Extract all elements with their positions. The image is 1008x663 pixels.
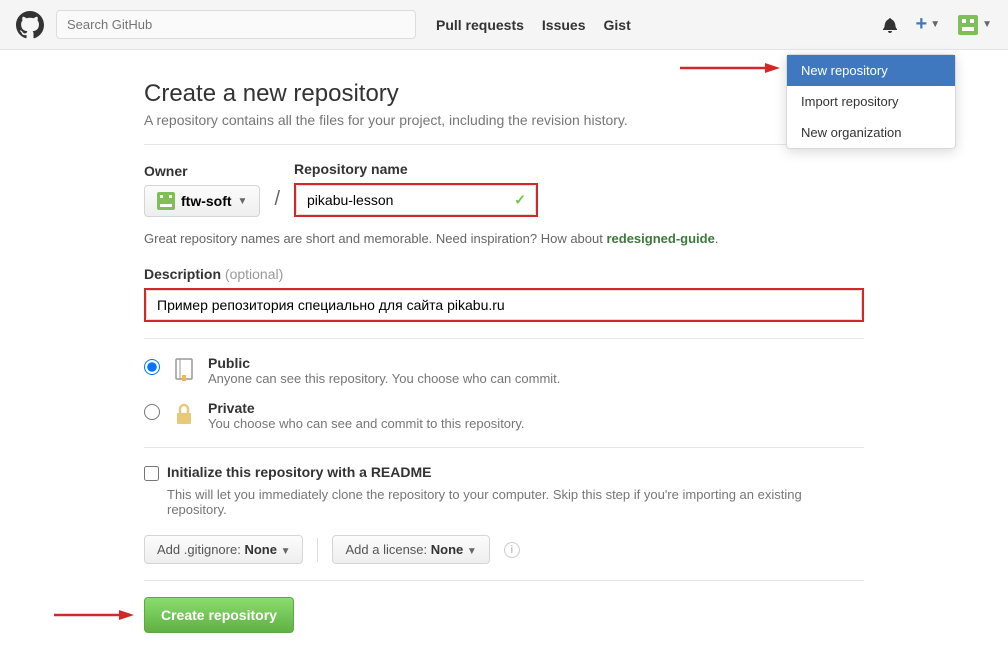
vertical-divider: [317, 538, 318, 562]
main-container: Create a new repository A repository con…: [124, 50, 884, 663]
header-nav: Pull requests Issues Gist: [436, 17, 631, 33]
search-input[interactable]: [56, 10, 416, 39]
nav-pull-requests[interactable]: Pull requests: [436, 17, 524, 33]
create-repository-button[interactable]: Create repository: [144, 597, 294, 633]
notifications-icon[interactable]: [882, 17, 898, 33]
caret-icon: ▼: [982, 19, 992, 30]
dropdown-new-organization[interactable]: New organization: [787, 117, 955, 148]
owner-name: ftw-soft: [181, 193, 232, 209]
slash-separator: /: [272, 188, 282, 217]
init-readme-row: Initialize this repository with a README: [144, 464, 864, 481]
init-readme-checkbox[interactable]: [144, 466, 159, 481]
owner-label: Owner: [144, 163, 260, 179]
init-readme-description: This will let you immediately clone the …: [144, 487, 864, 517]
dropdown-import-repository[interactable]: Import repository: [787, 86, 955, 117]
user-avatar-icon: [958, 15, 978, 35]
github-header: Pull requests Issues Gist +▼ ▼: [0, 0, 1008, 50]
owner-avatar-icon: [157, 192, 175, 210]
public-radio[interactable]: [144, 359, 160, 375]
divider: [144, 338, 864, 339]
private-title: Private: [208, 400, 525, 416]
public-description: Anyone can see this repository. You choo…: [208, 371, 560, 386]
header-right: +▼ ▼: [882, 13, 993, 36]
github-logo-icon[interactable]: [16, 11, 44, 39]
annotation-arrow: [680, 58, 780, 78]
public-title: Public: [208, 355, 560, 371]
addons-row: Add .gitignore: None ▼ Add a license: No…: [144, 535, 864, 564]
init-readme-title: Initialize this repository with a README: [167, 464, 431, 480]
owner-select-button[interactable]: ftw-soft ▼: [144, 185, 260, 217]
caret-icon: ▼: [238, 196, 248, 207]
divider: [144, 144, 864, 145]
optional-text: (optional): [225, 266, 283, 282]
page-title: Create a new repository: [144, 80, 864, 108]
repo-icon: [170, 355, 198, 383]
create-dropdown: New repository Import repository New org…: [786, 54, 956, 149]
annotation-arrow: [54, 605, 134, 625]
page-subtitle: A repository contains all the files for …: [144, 112, 864, 128]
repo-name-label: Repository name: [294, 161, 538, 177]
divider: [144, 580, 864, 581]
owner-repo-row: Owner ftw-soft ▼ / Repository name ✓: [144, 161, 864, 217]
private-radio[interactable]: [144, 404, 160, 420]
description-label: Description (optional): [144, 266, 283, 282]
repo-name-highlight: ✓: [294, 183, 538, 217]
lock-icon: [170, 400, 198, 428]
private-description: You choose who can see and commit to thi…: [208, 416, 525, 431]
info-icon[interactable]: i: [504, 542, 520, 558]
license-select[interactable]: Add a license: None ▼: [332, 535, 489, 564]
caret-icon: ▼: [930, 19, 940, 30]
visibility-public-row: Public Anyone can see this repository. Y…: [144, 355, 864, 386]
dropdown-new-repository[interactable]: New repository: [787, 55, 955, 86]
nav-gist[interactable]: Gist: [604, 17, 631, 33]
user-menu-button[interactable]: ▼: [958, 15, 992, 35]
check-icon: ✓: [514, 192, 526, 209]
nav-issues[interactable]: Issues: [542, 17, 586, 33]
repo-name-input[interactable]: [296, 185, 536, 215]
description-highlight: [144, 288, 864, 322]
caret-icon: ▼: [467, 546, 477, 557]
create-menu-button[interactable]: +▼: [916, 13, 941, 36]
repo-name-hint: Great repository names are short and mem…: [144, 231, 864, 246]
divider: [144, 447, 864, 448]
visibility-private-row: Private You choose who can see and commi…: [144, 400, 864, 431]
gitignore-select[interactable]: Add .gitignore: None ▼: [144, 535, 303, 564]
suggestion-link[interactable]: redesigned-guide: [606, 231, 714, 246]
description-input[interactable]: [146, 290, 862, 320]
caret-icon: ▼: [281, 546, 291, 557]
